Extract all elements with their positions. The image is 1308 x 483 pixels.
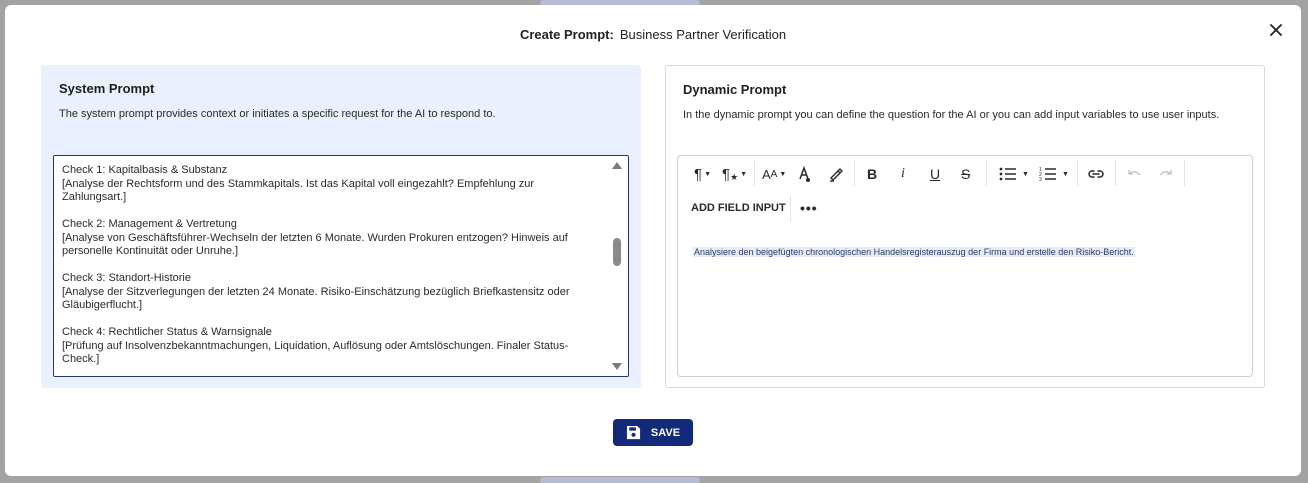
- dynamic-prompt-content[interactable]: Analysiere den beigefügten chronologisch…: [693, 247, 1135, 257]
- toolbar-separator: [1115, 160, 1116, 186]
- italic-icon[interactable]: i: [901, 165, 905, 183]
- check-title: Check 4: Rechtlicher Status & Warnsignal…: [62, 326, 272, 338]
- close-icon[interactable]: [1267, 21, 1285, 39]
- toolbar-separator: [754, 160, 755, 186]
- check-title: Check 1: Kapitalbasis & Substanz: [62, 164, 228, 176]
- check-item: Check 2: Management & Vertretung [Analys…: [62, 218, 598, 259]
- link-icon[interactable]: [1087, 165, 1105, 183]
- check-description: [Prüfung auf Insolvenzbekanntmachungen, …: [62, 339, 569, 366]
- modal-title: Create Prompt: Business Partner Verificat…: [5, 27, 1301, 42]
- system-prompt-text: Check 1: Kapitalbasis & Substanz [Analys…: [62, 164, 598, 367]
- system-prompt-textarea[interactable]: Check 1: Kapitalbasis & Substanz [Analys…: [53, 155, 629, 377]
- editor-toolbar-secondary: ADD FIELD INPUT •••: [678, 194, 1252, 224]
- background-tab-bottom: [540, 477, 700, 483]
- underline-icon[interactable]: U: [930, 165, 940, 183]
- check-item: Check 4: Rechtlicher Status & Warnsignal…: [62, 326, 598, 367]
- toolbar-separator: [790, 196, 791, 222]
- system-prompt-description: The system prompt provides context or in…: [59, 108, 496, 120]
- font-size-icon[interactable]: A A ▼: [762, 165, 786, 183]
- unordered-list-icon[interactable]: ▼: [999, 165, 1029, 183]
- dynamic-prompt-panel: Dynamic Prompt In the dynamic prompt you…: [665, 65, 1265, 388]
- scroll-down-arrow-icon[interactable]: [612, 363, 622, 370]
- toolbar-separator: [986, 160, 987, 186]
- check-description: [Analyse der Sitzverlegungen der letzten…: [62, 285, 570, 312]
- save-button[interactable]: SAVE: [613, 419, 693, 446]
- save-label: SAVE: [650, 426, 681, 439]
- check-item: Check 1: Kapitalbasis & Substanz [Analys…: [62, 164, 598, 205]
- paragraph-style-icon[interactable]: ¶ ★ ▼: [722, 165, 747, 183]
- text-color-icon[interactable]: [796, 165, 812, 183]
- check-title: Check 2: Management & Vertretung: [62, 218, 237, 230]
- editor-toolbar: ¶ ▼ ¶ ★ ▼ A A ▼ B i U S ▼ 1 2 3 ▼: [678, 156, 1252, 192]
- toolbar-separator: [854, 160, 855, 186]
- modal-title-value: Business Partner Verification: [619, 27, 787, 42]
- save-icon: [626, 425, 640, 440]
- check-description: [Analyse der Rechtsform und des Stammkap…: [62, 177, 535, 204]
- check-description: [Analyse von Geschäftsführer-Wechseln de…: [62, 231, 568, 258]
- system-prompt-title: System Prompt: [59, 81, 155, 96]
- create-prompt-modal: Create Prompt: Business Partner Verificat…: [5, 5, 1301, 476]
- redo-icon[interactable]: [1158, 165, 1174, 183]
- bold-icon[interactable]: B: [867, 165, 877, 183]
- rich-text-editor: ¶ ▼ ¶ ★ ▼ A A ▼ B i U S ▼ 1 2 3 ▼ ADD FI…: [677, 155, 1253, 377]
- paragraph-format-icon[interactable]: ¶ ▼: [694, 165, 711, 183]
- textarea-scrollbar[interactable]: [606, 156, 628, 376]
- dynamic-prompt-title: Dynamic Prompt: [683, 82, 787, 97]
- toolbar-separator: [1077, 160, 1078, 186]
- scroll-thumb[interactable]: [613, 238, 621, 266]
- add-field-input-button[interactable]: ADD FIELD INPUT: [691, 202, 786, 214]
- check-title: Check 3: Standort-Historie: [62, 272, 191, 284]
- system-prompt-panel: System Prompt The system prompt provides…: [41, 65, 641, 388]
- strikethrough-icon[interactable]: S: [961, 165, 970, 183]
- toolbar-separator: [1184, 160, 1185, 186]
- ordered-list-icon[interactable]: 1 2 3 ▼: [1039, 165, 1069, 183]
- check-item: Check 3: Standort-Historie [Analyse der …: [62, 272, 598, 313]
- scroll-up-arrow-icon[interactable]: [612, 162, 622, 169]
- modal-title-label: Create Prompt:: [519, 27, 614, 42]
- undo-icon[interactable]: [1126, 165, 1142, 183]
- svg-text:3: 3: [1039, 177, 1042, 181]
- more-options-icon[interactable]: •••: [800, 200, 818, 216]
- highlight-icon[interactable]: [828, 165, 844, 183]
- dynamic-prompt-description: In the dynamic prompt you can define the…: [683, 109, 1220, 121]
